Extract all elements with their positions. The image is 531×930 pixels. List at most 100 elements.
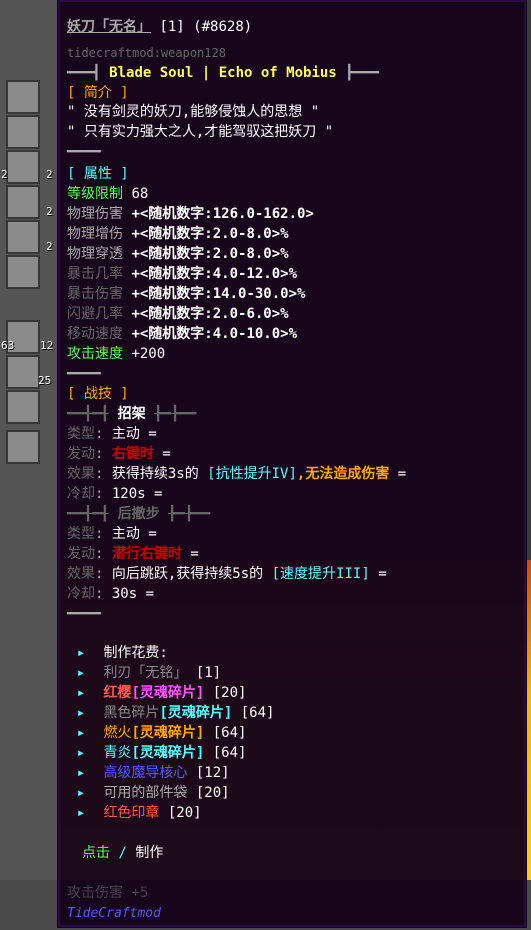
inventory-slot[interactable] — [6, 80, 40, 114]
item-id: (#8628) — [193, 19, 253, 35]
arrow-icon: ▸ — [76, 805, 86, 821]
craft-item-count: [1] — [195, 665, 222, 681]
craft-item: ▸ 利刃「无铭」 [1] — [67, 664, 221, 682]
craft-item: ▸ 红樱[灵魂碎片] [20] — [67, 684, 247, 702]
arrow-icon: ▸ — [76, 765, 86, 781]
series-deco-left: ━━━┫ — [67, 65, 101, 81]
action-separator: / — [118, 845, 127, 861]
craft-item: ▸ 红色印章 [20] — [67, 804, 202, 822]
attack-speed-label: 攻击速度 — [67, 346, 123, 362]
skill-type-label: 类型 — [67, 426, 95, 442]
attr-row: 物理伤害 +<随机数字:126.0-162.0> — [67, 205, 314, 223]
skill-type-value: 主动 = — [111, 526, 157, 542]
slot-count: 25 — [38, 374, 52, 387]
craft-item-count: [20] — [195, 785, 230, 801]
item-tooltip: 妖刀「无名」 [1] (#8628) tidecraftmod:weapon12… — [57, 0, 527, 928]
slot-count: 12 — [40, 339, 54, 352]
skill-trigger-label: 发动 — [67, 446, 95, 462]
craft-item-count: [20] — [167, 805, 202, 821]
overlap-text: 攻击伤害 +5 — [67, 885, 149, 901]
attr-name: 物理增伤 — [67, 226, 123, 242]
intro-header: [ 简介 ] — [67, 85, 129, 101]
inventory-slot[interactable] — [6, 255, 40, 289]
skill-effect-label: 效果 — [67, 466, 95, 482]
craft-item-name: 红色印章 — [103, 805, 160, 821]
skill-type-row: 类型: 主动 = — [67, 426, 157, 442]
craft-header: 制作花费: — [103, 645, 168, 661]
craft-item-count: [64] — [212, 725, 247, 741]
craft-item-name: 可用的部件袋 — [103, 785, 188, 801]
skill-effect-buff: [抗性提升IV] — [207, 466, 297, 482]
craft-item-count: [64] — [240, 705, 275, 721]
click-label[interactable]: 点击 — [82, 845, 110, 861]
attr-value: +<随机数字:2.0-6.0>% — [131, 306, 289, 322]
level-label: 等级限制 — [67, 186, 123, 202]
item-title-row: 妖刀「无名」 [1] (#8628) — [67, 18, 252, 36]
intro-line: " 只有实力强大之人,才能驾驭这把妖刀 " — [67, 124, 334, 140]
attr-value: +<随机数字:4.0-10.0>% — [131, 326, 298, 342]
attr-name: 暴击伤害 — [67, 286, 123, 302]
attr-row: 物理穿透 +<随机数字:2.0-8.0>% — [67, 245, 289, 263]
divider: ━━━━ — [67, 606, 101, 622]
inventory-slot[interactable] — [6, 355, 40, 389]
slot-count: 2 — [46, 168, 53, 181]
attr-value: +<随机数字:2.0-8.0>% — [131, 226, 289, 242]
series-row: ━━━┫ Blade Soul | Echo of Mobius ┣━━━ — [67, 64, 379, 82]
skill-cooldown-row: 冷却: 30s = — [67, 586, 155, 602]
skill-trigger-value: 右键时 — [111, 446, 154, 462]
attack-speed-value: +200 — [131, 346, 166, 362]
skill-effect-extra: ,无法造成伤害 — [296, 466, 390, 482]
craft-item: ▸ 高级魔导核心 [12] — [67, 764, 230, 782]
attr-value: +<随机数字:14.0-30.0>% — [131, 286, 306, 302]
skill-trigger-label: 发动 — [67, 546, 95, 562]
arrow-icon: ▸ — [76, 745, 86, 761]
skill-type-row: 类型: 主动 = — [67, 526, 157, 542]
skill-trigger-row: 发动: 潜行右键时 = — [67, 546, 199, 562]
craft-item: ▸ 青炎[灵魂碎片] [64] — [67, 744, 247, 762]
registry-id: tidecraftmod:weapon128 — [67, 46, 226, 60]
attr-name: 暴击几率 — [67, 266, 123, 282]
skill-cooldown-row: 冷却: 120s = — [67, 486, 163, 502]
craft-item-count: [20] — [212, 685, 247, 701]
attr-row: 闪避几率 +<随机数字:2.0-6.0>% — [67, 305, 289, 323]
inventory-slot[interactable] — [6, 220, 40, 254]
inventory-slot[interactable] — [6, 185, 40, 219]
attr-value: +<随机数字:126.0-162.0> — [131, 206, 314, 222]
craft-item-name: 红樱 — [103, 685, 132, 701]
skill-effect-suffix: = — [378, 566, 387, 582]
craft-action-row[interactable]: 点击 / 制作 — [82, 844, 163, 862]
item-count: [1] — [159, 19, 185, 35]
craft-item: ▸ 可用的部件袋 [20] — [67, 784, 230, 802]
skill-cooldown-label: 冷却 — [67, 586, 95, 602]
inventory-slot[interactable] — [6, 390, 40, 424]
craft-item: ▸ 燃火[灵魂碎片] [64] — [67, 724, 247, 742]
attr-name: 移动速度 — [67, 326, 123, 342]
inventory-slot[interactable] — [6, 430, 40, 464]
arrow-icon: ▸ — [76, 685, 86, 701]
craft-item-suffix: [灵魂碎片] — [131, 685, 205, 701]
skill-trigger-suffix: = — [162, 446, 171, 462]
item-title: 妖刀「无名」 — [67, 19, 151, 35]
skill-effect-text: 获得持续3s的 — [111, 466, 199, 482]
level-value: 68 — [131, 186, 149, 202]
craft-item: ▸ 黑色碎片[灵魂碎片] [64] — [67, 704, 275, 722]
craft-label[interactable]: 制作 — [135, 845, 163, 861]
arrow-icon: ▸ — [76, 645, 86, 661]
inventory-slot[interactable] — [6, 115, 40, 149]
skill-cooldown-value: 30s = — [111, 586, 155, 602]
skill-title-row: ━━┫━┫ 招架 ┣━┣━━ — [67, 405, 196, 423]
skill-type-label: 类型 — [67, 526, 95, 542]
craft-header-row: ▸ 制作花费: — [67, 644, 168, 662]
skill-deco-left: ━━┫━┫ — [67, 406, 110, 422]
skill-trigger-value: 潜行右键时 — [111, 546, 182, 562]
craft-item-count: [12] — [195, 765, 230, 781]
divider: ━━━━ — [67, 366, 101, 382]
craft-item-suffix: [灵魂碎片] — [131, 745, 205, 761]
inventory-slot[interactable] — [6, 150, 40, 184]
series-deco-right: ┣━━━ — [345, 65, 379, 81]
slot-count: 2 — [46, 240, 53, 253]
attr-name: 物理穿透 — [67, 246, 123, 262]
craft-item-name: 利刃「无铭」 — [103, 665, 188, 681]
divider: ━━━━ — [67, 144, 101, 160]
craft-item-name: 青炎 — [103, 745, 132, 761]
